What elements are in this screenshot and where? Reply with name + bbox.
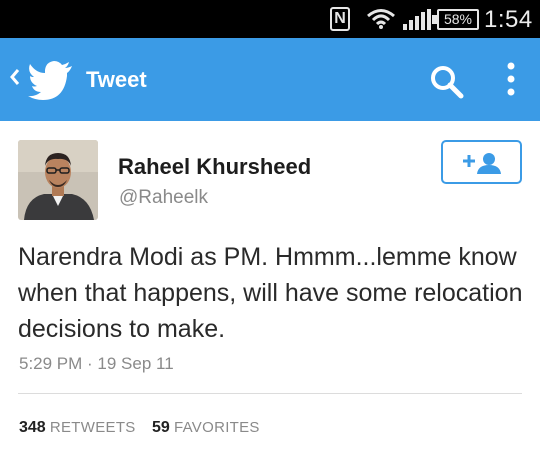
overflow-menu-icon[interactable]: [506, 60, 516, 100]
tweet-stats: 348 RETWEETS 59 FAVORITES: [19, 419, 259, 437]
retweets-label: RETWEETS: [49, 419, 136, 436]
retweets-stat[interactable]: 348 RETWEETS: [19, 419, 136, 436]
wifi-icon: [367, 9, 395, 29]
favorites-stat[interactable]: 59 FAVORITES: [152, 419, 260, 437]
favorites-label: FAVORITES: [173, 419, 260, 436]
display-name[interactable]: Raheel Khursheed: [118, 154, 311, 180]
clock: 1:54: [484, 6, 533, 33]
divider: [18, 393, 522, 394]
battery-percent: 58%: [443, 11, 473, 27]
app-bar: Tweet: [0, 38, 540, 121]
nfc-icon: N: [330, 7, 350, 31]
retweets-count: 348: [19, 419, 46, 436]
signal-strength-icon: [403, 9, 431, 30]
follow-button[interactable]: [441, 140, 522, 184]
battery-indicator: 58%: [437, 9, 479, 30]
nfc-label: N: [334, 10, 346, 27]
tweet-text: Narendra Modi as PM. Hmmm...lemme know w…: [18, 243, 523, 343]
search-icon[interactable]: [429, 64, 465, 100]
back-chevron-icon[interactable]: [8, 66, 22, 88]
user-handle[interactable]: @Raheelk: [119, 187, 208, 209]
follow-user-icon: [463, 153, 501, 174]
status-bar: N 58% 1:54: [0, 0, 540, 38]
screen-title: Tweet: [86, 67, 147, 92]
twitter-bird-icon[interactable]: [28, 60, 74, 100]
tweet-timestamp[interactable]: 5:29 PM · 19 Sep 11: [19, 354, 174, 374]
favorites-count: 59: [152, 419, 170, 436]
avatar[interactable]: [18, 140, 98, 220]
tweet-detail: Raheel Khursheed @Raheelk Narendra Modi …: [0, 121, 540, 459]
